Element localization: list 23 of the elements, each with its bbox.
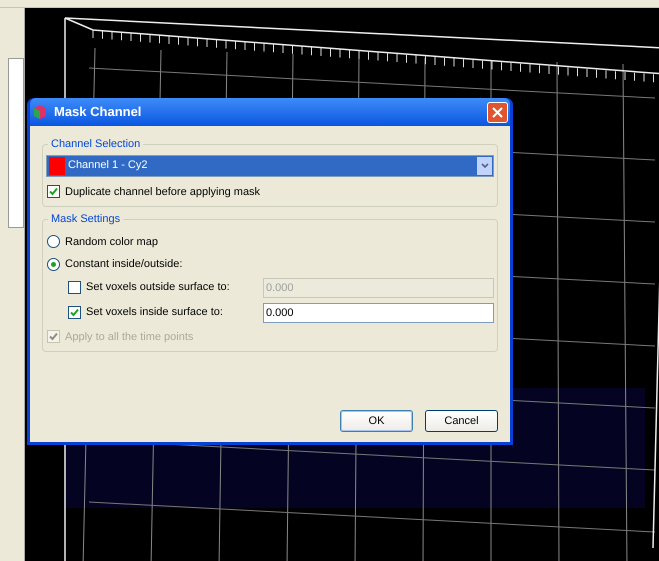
value-field[interactable]: 0.000	[263, 302, 494, 322]
checkbox-label: Duplicate channel before applying mask	[65, 184, 260, 200]
cube-icon	[32, 104, 48, 120]
dialog-button[interactable]: Cancel	[425, 410, 498, 432]
radio-button[interactable]	[47, 258, 60, 271]
channel-dropdown[interactable]: Channel 1 - Cy2	[46, 154, 494, 176]
channel-name: Channel 1 - Cy2	[68, 158, 148, 174]
checkbox[interactable]	[68, 281, 81, 294]
radio-label: Constant inside/outside:	[65, 257, 182, 272]
checkbox[interactable]	[47, 185, 60, 198]
group-title: Mask Settings	[50, 212, 122, 227]
radio-button[interactable]	[47, 235, 60, 248]
checkbox-label: Set voxels outside surface to:	[86, 280, 231, 296]
checkbox-label: Apply to all the time points	[65, 330, 194, 344]
close-button[interactable]	[487, 102, 508, 122]
checkbox-label: Set voxels inside surface to:	[86, 305, 224, 320]
close-icon	[492, 106, 503, 118]
swatch-icon	[49, 156, 65, 174]
group-title: Channel Selection	[50, 137, 142, 152]
dialog-button[interactable]: OK	[340, 410, 413, 432]
radio-label: Random color map	[65, 234, 158, 250]
checkbox[interactable]	[68, 306, 81, 319]
window-title: Mask Channel	[54, 103, 142, 122]
